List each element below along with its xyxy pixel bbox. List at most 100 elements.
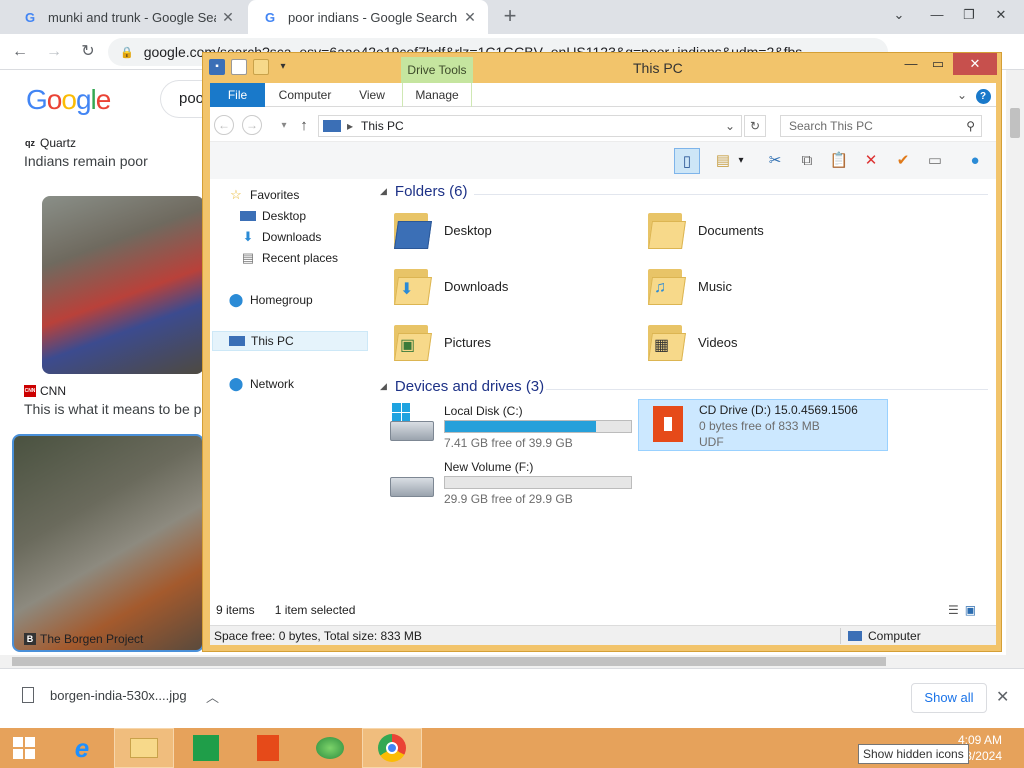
this-pc-icon: ▪ [209, 59, 225, 75]
page-vertical-scrollbar[interactable] [1006, 70, 1024, 668]
nav-this-pc[interactable]: This PC [212, 331, 368, 351]
documents-folder-icon [644, 209, 688, 251]
google-logo[interactable]: Google [26, 84, 111, 116]
folder-downloads[interactable]: ⬇ Downloads [390, 261, 630, 311]
folder-desktop[interactable]: Desktop [390, 205, 630, 255]
drive-local-disk-c[interactable]: Local Disk (C:) 7.41 GB free of 39.9 GB [388, 403, 632, 455]
desktop-icon [240, 211, 256, 221]
folder-pictures[interactable]: ▣ Pictures [390, 317, 630, 367]
up-arrow-icon[interactable]: ↑ [292, 114, 316, 138]
chevron-up-icon[interactable]: ︿ [206, 687, 219, 706]
delete-icon[interactable]: ✕ [858, 148, 884, 174]
rename-check-icon[interactable]: ✔ [890, 148, 916, 174]
tab-computer[interactable]: Computer [270, 83, 340, 107]
download-shelf: borgen-india-530x....jpg ︿ Show all ✕ [0, 668, 1024, 728]
taskbar-store[interactable] [176, 728, 236, 768]
back-arrow-icon[interactable]: ← [8, 40, 32, 64]
dropdown-icon[interactable]: ▾ [734, 148, 748, 174]
nav-downloads[interactable]: ⬇ Downloads [240, 227, 322, 247]
explorer-address-bar[interactable]: ▸ This PC ⌄ [318, 115, 742, 137]
download-filename: borgen-india-530x....jpg [50, 687, 187, 703]
chrome-icon [378, 734, 406, 762]
download-item[interactable]: borgen-india-530x....jpg [22, 687, 187, 703]
forward-arrow-icon[interactable]: → [42, 40, 66, 64]
collapse-arrow-icon[interactable]: ◢ [380, 381, 387, 392]
tab-close-icon[interactable]: ✕ [458, 9, 482, 26]
folder-videos[interactable]: ▦ Videos [644, 317, 884, 367]
taskbar-chrome[interactable] [362, 728, 422, 768]
copy-icon[interactable]: ⧉ [794, 148, 820, 174]
status-bar: Space free: 0 bytes, Total size: 833 MB … [210, 625, 996, 645]
properties-icon[interactable]: ▤ [710, 148, 736, 174]
folders-group-header[interactable]: ◢ Folders (6) [380, 183, 467, 200]
paste-icon[interactable]: 📋 [826, 148, 852, 174]
help-icon[interactable]: ? [974, 83, 992, 107]
reload-icon[interactable]: ↻ [76, 40, 100, 64]
properties-icon[interactable] [231, 59, 247, 75]
result-image-slum[interactable] [12, 434, 204, 652]
nav-network[interactable]: ⬤ Network [228, 374, 294, 394]
cut-icon[interactable]: ✂ [762, 148, 788, 174]
forward-arrow-icon[interactable]: → [242, 115, 262, 135]
taskbar-idm[interactable] [300, 728, 360, 768]
address-dropdown-icon[interactable]: ⌄ [725, 119, 735, 133]
system-drive-icon [388, 403, 438, 445]
new-tab-button[interactable]: + [498, 4, 522, 28]
collapse-arrow-icon[interactable]: ◢ [380, 186, 387, 197]
refresh-icon[interactable]: ↻ [744, 115, 766, 137]
folder-documents[interactable]: Documents [644, 205, 884, 255]
result-title[interactable]: This is what it means to be p [24, 401, 201, 417]
browser-tab-munki[interactable]: G munki and trunk - Google Search ✕ [8, 0, 246, 34]
restore-icon[interactable]: ❐ [952, 0, 986, 30]
tab-manage[interactable]: Manage [402, 83, 472, 107]
tab-close-icon[interactable]: ✕ [216, 9, 240, 26]
details-view-icon[interactable]: ☰ [948, 603, 959, 617]
customize-chevron-icon[interactable]: ▾ [275, 59, 291, 75]
nav-recent-places[interactable]: ▤ Recent places [240, 248, 338, 268]
window-title: This PC [633, 60, 683, 76]
start-button[interactable] [0, 728, 48, 768]
browser-tab-poor-indians[interactable]: G poor indians - Google Search ✕ [248, 0, 488, 34]
minimize-icon[interactable]: — [920, 0, 954, 30]
taskbar-internet-explorer[interactable]: e [52, 728, 112, 768]
large-icons-view-icon[interactable]: ▣ [965, 603, 976, 617]
network-globe-icon[interactable]: ● [962, 148, 988, 174]
back-arrow-icon[interactable]: ← [214, 115, 234, 135]
show-all-button[interactable]: Show all [911, 683, 987, 713]
result-title[interactable]: Indians remain poor [24, 153, 148, 169]
close-icon[interactable]: ✕ [996, 687, 1009, 707]
new-folder-icon[interactable] [253, 59, 269, 75]
close-window-icon[interactable]: ✕ [953, 53, 997, 75]
eject-icon[interactable]: ▭ [922, 148, 948, 174]
explorer-titlebar[interactable]: ▪ ▾ Drive Tools This PC — ▭ ✕ [203, 53, 1001, 83]
show-hidden-icons-tooltip: Show hidden icons [858, 744, 969, 764]
taskbar-office[interactable] [238, 728, 298, 768]
nav-favorites[interactable]: ☆ Favorites [228, 185, 299, 205]
tab-file[interactable]: File [210, 83, 265, 107]
tab-view[interactable]: View [348, 83, 396, 107]
drive-new-volume-f[interactable]: New Volume (F:) 29.9 GB free of 29.9 GB [388, 459, 632, 511]
breadcrumb-this-pc[interactable]: This PC [361, 119, 404, 133]
breadcrumb-chevron-icon[interactable]: ▸ [347, 119, 353, 133]
tab-search-chevron-icon[interactable]: ⌄ [882, 0, 916, 30]
close-window-icon[interactable]: ✕ [984, 0, 1018, 30]
address-row: ← → ▾ ↑ ▸ This PC ⌄ ↻ Search This PC ⚲ [210, 111, 996, 141]
result-image-street[interactable] [42, 196, 204, 374]
drive-cd-d[interactable]: CD Drive (D:) 15.0.4569.1506 0 bytes fre… [638, 399, 888, 451]
folder-music[interactable]: ♫ Music [644, 261, 884, 311]
selection-count: 1 item selected [274, 603, 356, 617]
content-pane: ◢ Folders (6) Desktop Documents ⬇ Downloa… [380, 179, 992, 599]
page-horizontal-scrollbar[interactable] [0, 655, 1006, 668]
nav-homegroup[interactable]: ⬤ Homegroup [228, 290, 313, 310]
expand-ribbon-chevron-icon[interactable]: ⌄ [954, 83, 970, 107]
drive-usage-bar [444, 476, 632, 489]
devices-group-header[interactable]: ◢ Devices and drives (3) [380, 378, 544, 395]
nav-desktop[interactable]: Desktop [240, 206, 306, 226]
search-this-pc-input[interactable]: Search This PC ⚲ [780, 115, 982, 137]
ribbon-tabs: File Computer View Manage ⌄ ? [210, 83, 996, 107]
cnn-logo-icon: CNN [24, 385, 36, 397]
view-toggle: ☰ ▣ [948, 603, 976, 617]
taskbar-file-explorer[interactable] [114, 728, 174, 768]
preview-pane-icon[interactable]: ▯ [674, 148, 700, 174]
maximize-icon[interactable]: ▭ [923, 53, 953, 75]
